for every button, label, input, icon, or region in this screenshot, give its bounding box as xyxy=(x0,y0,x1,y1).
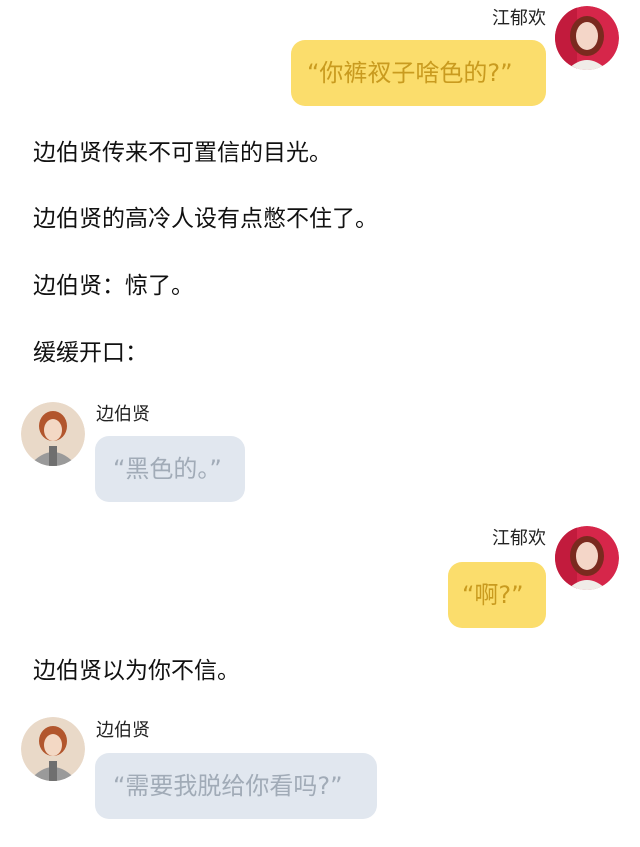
narration-text: 边伯贤以为你不信。 xyxy=(33,658,240,684)
narration-text: 缓缓开口： xyxy=(33,340,148,366)
avatar-bian[interactable] xyxy=(21,717,85,781)
avatar-jiang[interactable] xyxy=(555,526,619,590)
narration-text: 边伯贤的高冷人设有点憋不住了。 xyxy=(33,206,378,232)
male-avatar-icon xyxy=(21,402,85,466)
message-bubble[interactable]: “你裤衩子啥色的?” xyxy=(291,40,546,106)
sender-name: 边伯贤 xyxy=(96,404,150,425)
narration-text: 边伯贤传来不可置信的目光。 xyxy=(33,140,332,166)
message-bubble[interactable]: “黑色的。” xyxy=(95,436,245,502)
avatar-jiang[interactable] xyxy=(555,6,619,70)
sender-name: 江郁欢 xyxy=(492,8,546,29)
narration-text: 边伯贤：惊了。 xyxy=(33,273,194,299)
avatar-bian[interactable] xyxy=(21,402,85,466)
sender-name: 江郁欢 xyxy=(492,528,546,549)
sender-name: 边伯贤 xyxy=(96,720,150,741)
message-bubble[interactable]: “啊?” xyxy=(448,562,546,628)
message-bubble[interactable]: “需要我脱给你看吗?” xyxy=(95,753,377,819)
male-avatar-icon xyxy=(21,717,85,781)
female-avatar-icon xyxy=(555,526,619,590)
female-avatar-icon xyxy=(555,6,619,70)
